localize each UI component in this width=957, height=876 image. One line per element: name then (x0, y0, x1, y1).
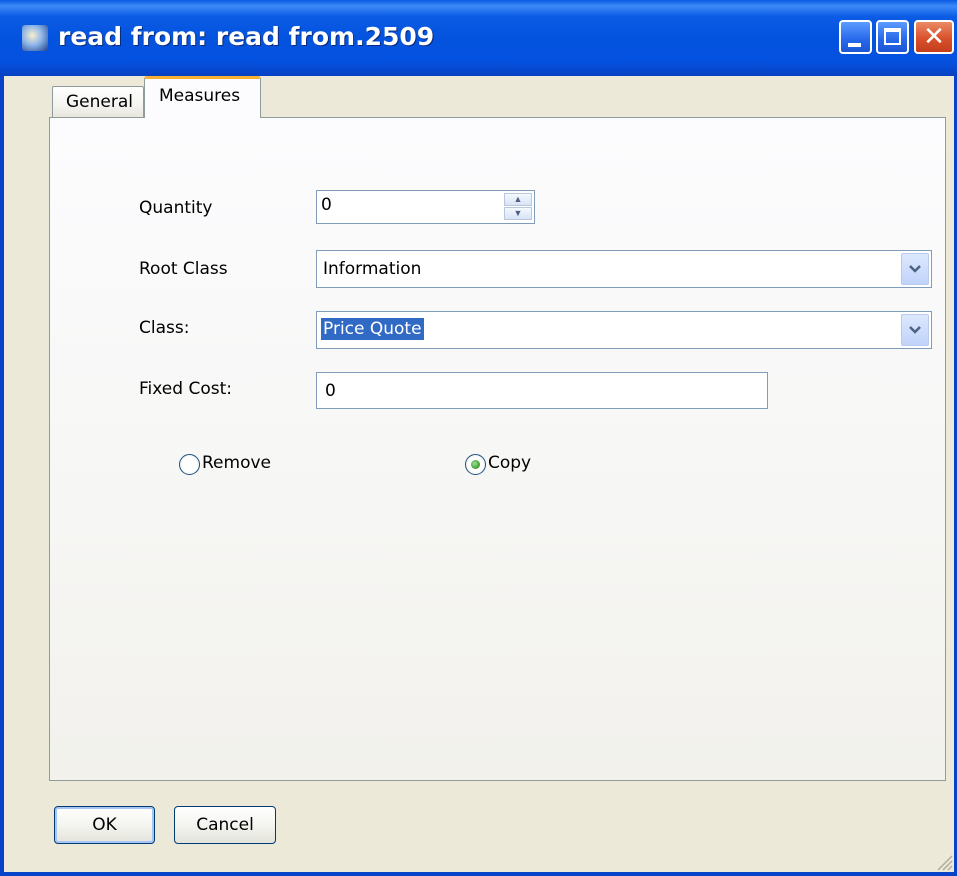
close-button[interactable]: ✕ (914, 20, 954, 54)
chevron-down-icon (909, 265, 921, 273)
root-class-dropdown-button[interactable] (901, 253, 929, 285)
spin-up-icon[interactable]: ▲ (504, 193, 532, 206)
class-dropdown-button[interactable] (901, 314, 929, 346)
radio-unchecked-icon[interactable] (179, 454, 200, 475)
quantity-stepper[interactable]: 0 ▲ ▼ (316, 190, 535, 224)
maximize-button[interactable] (876, 20, 909, 54)
class-label: Class: (139, 318, 190, 338)
minimize-icon (848, 43, 861, 47)
class-dropdown[interactable]: Price Quote (316, 311, 932, 349)
title-bar[interactable]: read from: read from.2509 ✕ (0, 0, 957, 76)
maximize-icon (884, 28, 901, 45)
quantity-value[interactable]: 0 (321, 195, 332, 215)
radio-dot-icon (471, 460, 480, 469)
fixed-cost-value: 0 (325, 381, 336, 401)
class-value: Price Quote (321, 318, 424, 340)
app-icon[interactable] (22, 25, 48, 51)
tab-general[interactable]: General (52, 86, 144, 118)
chevron-down-icon (909, 326, 921, 334)
resize-grip-icon[interactable] (932, 850, 954, 872)
root-class-label: Root Class (139, 259, 228, 279)
radio-checked-icon[interactable] (465, 454, 486, 475)
remove-radio-label[interactable]: Remove (202, 453, 271, 473)
close-icon: ✕ (923, 22, 945, 52)
window-title: read from: read from.2509 (58, 22, 435, 51)
root-class-dropdown[interactable]: Information (316, 250, 932, 288)
cancel-button[interactable]: Cancel (174, 806, 276, 844)
quantity-label: Quantity (139, 198, 213, 218)
tab-measures[interactable]: Measures (144, 76, 261, 118)
ok-button[interactable]: OK (54, 806, 155, 844)
spin-down-icon[interactable]: ▼ (504, 207, 532, 220)
measures-panel: Quantity 0 ▲ ▼ Root Class Information Cl… (49, 117, 946, 781)
dialog-window: read from: read from.2509 ✕ General Meas… (0, 0, 957, 876)
fixed-cost-label: Fixed Cost: (139, 379, 232, 399)
minimize-button[interactable] (839, 20, 872, 54)
root-class-value: Information (323, 259, 422, 279)
fixed-cost-field[interactable]: 0 (316, 372, 768, 409)
copy-radio-label[interactable]: Copy (488, 453, 531, 473)
quantity-spin-buttons: ▲ ▼ (504, 193, 532, 221)
